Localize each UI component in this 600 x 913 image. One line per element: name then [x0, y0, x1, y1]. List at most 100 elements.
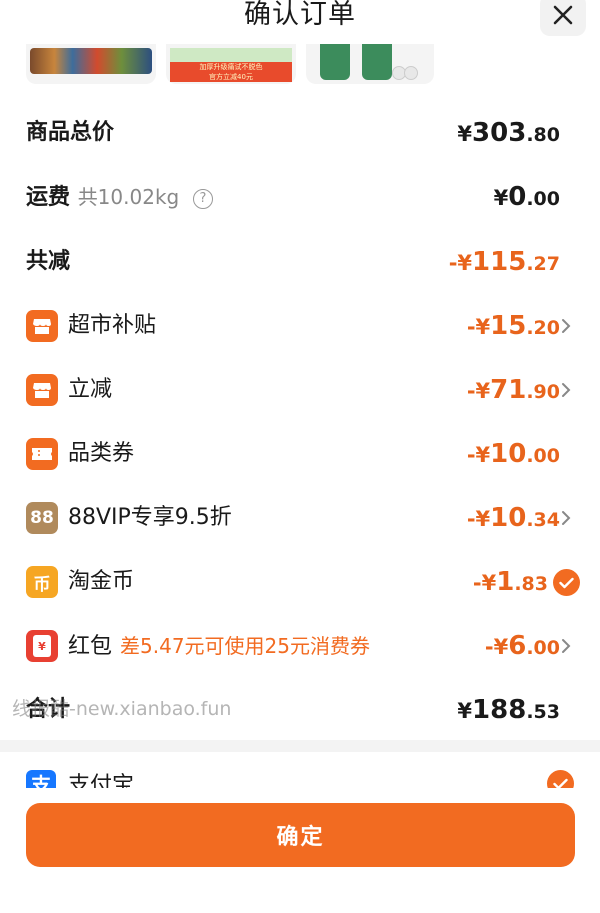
discount-row-category-coupon[interactable]: 品类券 -¥10.00: [0, 434, 600, 474]
currency-symbol: -¥: [448, 251, 473, 275]
discount-row-instant[interactable]: 立减 -¥71.90: [0, 370, 600, 410]
shipping-title: 运费: [26, 185, 71, 210]
currency-symbol: ¥: [457, 122, 473, 146]
vip88-icon: 88: [26, 502, 58, 534]
discount-row-88vip[interactable]: 88 88VIP专享9.5折 -¥10.34: [0, 498, 600, 538]
amount-integer: 71: [490, 375, 527, 405]
amount-cents: .83: [514, 573, 548, 595]
amount-integer: 6: [508, 631, 527, 661]
discount-row-supermarket[interactable]: 超市补贴 -¥15.20: [0, 306, 600, 346]
red-packet-hint: 差5.47元可使用25元消费券: [120, 634, 370, 658]
currency-symbol: -¥: [466, 379, 491, 403]
vip88-icon-text: 88: [30, 508, 54, 528]
currency-symbol: -¥: [472, 571, 497, 595]
checkmark-icon[interactable]: [553, 569, 580, 596]
chevron-right-icon[interactable]: [558, 317, 574, 335]
product-thumbnail-food[interactable]: [26, 44, 156, 84]
total-reduction-label: 共减: [26, 249, 71, 274]
promo-label: 加厚升级痛试不脱色 官方立减40元: [170, 62, 292, 82]
discount-label: 红包 差5.47元可使用25元消费券: [68, 626, 370, 667]
amount-cents: .00: [526, 445, 560, 467]
red-packet-icon: ¥: [26, 630, 58, 662]
currency-symbol: -¥: [466, 315, 491, 339]
product-thumbnail-bottles[interactable]: [306, 44, 434, 84]
currency-symbol: ¥: [493, 186, 509, 210]
amount-integer: 15: [490, 311, 527, 341]
amount-integer: 303: [472, 118, 527, 148]
ticket-icon: [26, 438, 58, 470]
currency-symbol: -¥: [466, 507, 491, 531]
promo-banner: [170, 48, 292, 62]
currency-symbol: -¥: [466, 443, 491, 467]
amount-cents: .53: [526, 701, 560, 723]
help-icon[interactable]: ?: [192, 189, 213, 209]
discount-label: 超市补贴: [68, 313, 157, 338]
discount-amount: -¥10.00: [467, 434, 560, 476]
close-button[interactable]: [540, 0, 586, 36]
discount-label: 立减: [68, 377, 113, 402]
product-thumbnail-promo[interactable]: 加厚升级痛试不脱色 官方立减40元: [166, 44, 296, 84]
header: 确认订单: [0, 0, 600, 40]
total-reduction-amount: -¥115.27: [449, 242, 560, 284]
goods-total-amount: ¥303.80: [457, 113, 560, 155]
chevron-right-icon[interactable]: [558, 637, 574, 655]
amount-cents: .00: [526, 188, 560, 210]
amount-integer: 188: [472, 695, 527, 725]
discount-amount: -¥6.00: [485, 626, 560, 668]
discount-amount: -¥1.83: [473, 562, 548, 604]
watermark: 线报酷-new.xianbao.fun: [12, 698, 232, 720]
bottle-image: [320, 44, 350, 80]
amount-cents: .34: [526, 509, 560, 531]
amount-cents: .00: [526, 637, 560, 659]
confirm-button[interactable]: 确定: [26, 803, 575, 867]
page-title: 确认订单: [244, 0, 356, 30]
chevron-right-icon[interactable]: [558, 509, 574, 527]
tablet-image: [404, 66, 418, 80]
amount-cents: .27: [526, 253, 560, 275]
alipay-icon: 支: [26, 770, 56, 788]
promo-line-2: 官方立减40元: [209, 73, 253, 81]
promo-line-1: 加厚升级痛试不脱色: [199, 63, 263, 71]
store-icon: [26, 310, 58, 342]
coin-icon: 币: [26, 566, 58, 598]
food-image: [30, 48, 152, 74]
amount-integer: 0: [508, 182, 527, 212]
discount-label: 品类券: [68, 441, 135, 466]
discount-amount: -¥10.34: [467, 498, 560, 540]
amount-integer: 115: [472, 247, 527, 277]
shipping-amount: ¥0.00: [494, 177, 560, 219]
discount-label: 淘金币: [68, 569, 135, 594]
discount-row-red-packet[interactable]: ¥ 红包 差5.47元可使用25元消费券 -¥6.00: [0, 626, 600, 666]
amount-cents: .80: [526, 124, 560, 146]
coin-icon-text: 币: [33, 574, 51, 595]
goods-total-label: 商品总价: [26, 120, 115, 145]
amount-cents: .90: [526, 381, 560, 403]
product-thumbnails[interactable]: 加厚升级痛试不脱色 官方立减40元: [0, 44, 600, 86]
discount-label: 88VIP专享9.5折: [68, 505, 232, 530]
currency-symbol: ¥: [457, 699, 473, 723]
chevron-right-icon[interactable]: [558, 381, 574, 399]
payment-method-row[interactable]: 支 支付宝: [0, 752, 600, 788]
goods-total-row: 商品总价 ¥303.80: [0, 113, 600, 153]
shipping-label: 运费 共10.02kg ?: [26, 177, 213, 218]
section-divider: [0, 740, 600, 752]
amount-cents: .20: [526, 317, 560, 339]
total-reduction-row: 共减 -¥115.27: [0, 242, 600, 282]
checkmark-icon[interactable]: [547, 770, 574, 788]
discount-amount: -¥71.90: [467, 370, 560, 412]
red-packet-icon-text: ¥: [38, 639, 46, 653]
shipping-row: 运费 共10.02kg ? ¥0.00: [0, 177, 600, 217]
discount-amount: -¥15.20: [467, 306, 560, 348]
red-packet-title: 红包: [68, 634, 113, 659]
discount-row-taojinbi[interactable]: 币 淘金币 -¥1.83: [0, 562, 600, 602]
store-icon: [26, 374, 58, 406]
payment-method-label: 支付宝: [68, 773, 135, 788]
close-icon: [553, 5, 573, 25]
amount-integer: 10: [490, 503, 527, 533]
shipping-weight: 共10.02kg: [77, 185, 180, 209]
amount-integer: 1: [496, 567, 515, 597]
grand-total-amount: ¥188.53: [457, 690, 560, 732]
amount-integer: 10: [490, 439, 527, 469]
bottle-image: [362, 44, 392, 80]
currency-symbol: -¥: [484, 635, 509, 659]
